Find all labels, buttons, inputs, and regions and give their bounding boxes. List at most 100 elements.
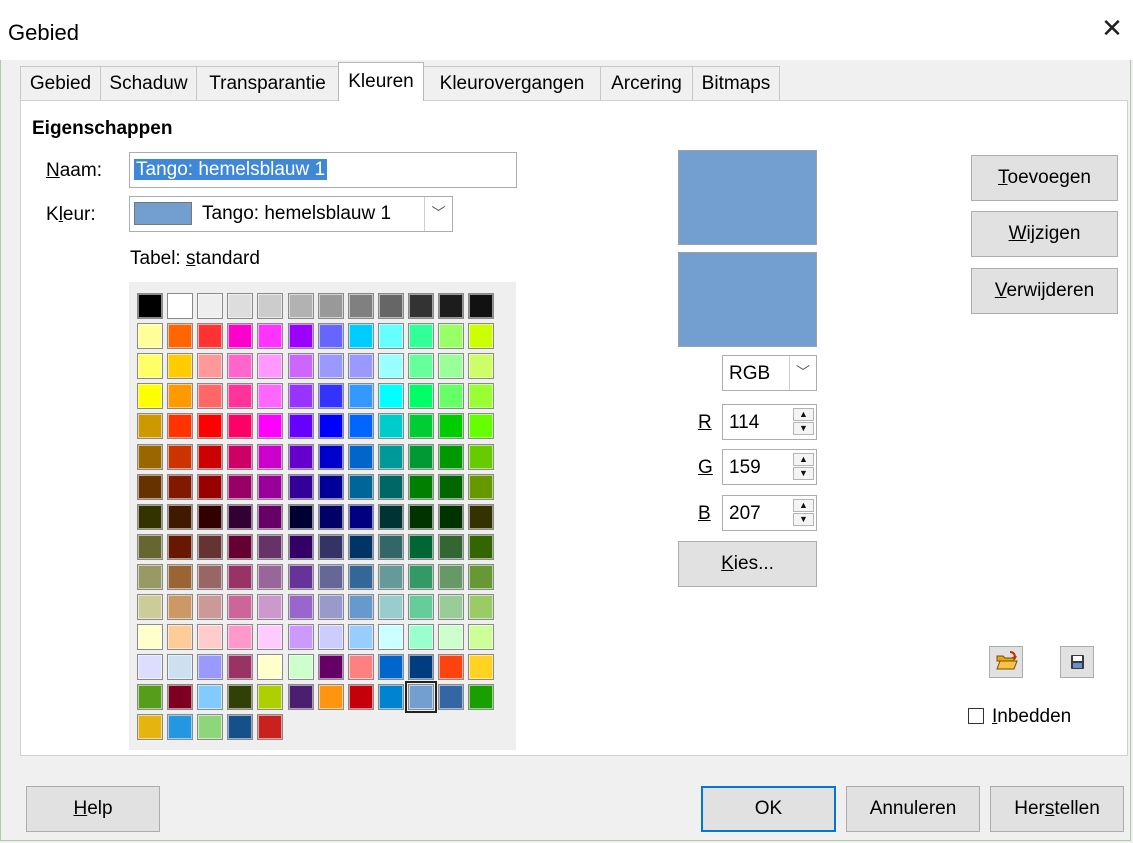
palette-swatch[interactable] (377, 533, 404, 560)
palette-swatch[interactable] (347, 443, 374, 470)
palette-swatch[interactable] (167, 293, 194, 319)
palette-swatch[interactable] (227, 323, 254, 350)
palette-swatch[interactable] (227, 624, 254, 651)
palette-swatch[interactable] (347, 624, 374, 651)
palette-swatch[interactable] (404, 681, 437, 714)
palette-swatch[interactable] (227, 563, 254, 590)
cancel-button[interactable]: Annuleren (846, 786, 980, 832)
palette-swatch[interactable] (438, 503, 464, 530)
palette-swatch[interactable] (438, 473, 464, 500)
palette-swatch[interactable] (167, 624, 194, 651)
palette-swatch[interactable] (317, 594, 344, 620)
palette-swatch[interactable] (407, 533, 434, 560)
palette-swatch[interactable] (317, 293, 344, 319)
palette-swatch[interactable] (137, 503, 163, 530)
palette-swatch[interactable] (468, 383, 495, 410)
palette-swatch[interactable] (377, 353, 404, 380)
palette-swatch[interactable] (287, 594, 314, 620)
palette-swatch[interactable] (197, 624, 224, 651)
palette-swatch[interactable] (257, 383, 284, 410)
palette-swatch[interactable] (257, 323, 284, 350)
palette-swatch[interactable] (407, 413, 434, 440)
palette-swatch[interactable] (287, 563, 314, 590)
b-spinbox[interactable]: 207 ▲ ▼ (722, 495, 817, 531)
palette-swatch[interactable] (257, 413, 284, 440)
palette-swatch[interactable] (197, 323, 224, 350)
palette-swatch[interactable] (227, 503, 254, 530)
palette-swatch[interactable] (257, 654, 284, 681)
modify-button[interactable]: Wijzigen (971, 211, 1118, 257)
palette-swatch[interactable] (317, 684, 344, 711)
pick-button[interactable]: Kies... (678, 541, 817, 587)
palette-swatch[interactable] (167, 413, 194, 440)
palette-swatch[interactable] (287, 473, 314, 500)
palette-swatch[interactable] (197, 503, 224, 530)
palette-swatch[interactable] (347, 563, 374, 590)
palette-swatch[interactable] (377, 293, 404, 319)
palette-swatch[interactable] (377, 654, 404, 681)
palette-swatch[interactable] (317, 323, 344, 350)
color-dropdown[interactable]: Tango: hemelsblauw 1 ﹀ (129, 196, 453, 232)
reset-button[interactable]: Herstellen (990, 786, 1124, 832)
palette-swatch[interactable] (257, 624, 284, 651)
palette-swatch[interactable] (468, 413, 495, 440)
palette-swatch[interactable] (407, 323, 434, 350)
palette-swatch[interactable] (227, 293, 254, 319)
palette-swatch[interactable] (317, 353, 344, 380)
palette-swatch[interactable] (167, 654, 194, 681)
tab-gebied[interactable]: Gebied (20, 66, 101, 100)
palette-swatch[interactable] (468, 684, 495, 711)
palette-swatch[interactable] (377, 563, 404, 590)
palette-swatch[interactable] (287, 293, 314, 319)
palette-swatch[interactable] (347, 293, 374, 319)
palette-swatch[interactable] (347, 473, 374, 500)
palette-swatch[interactable] (317, 624, 344, 651)
palette-swatch[interactable] (137, 684, 163, 711)
palette-swatch[interactable] (197, 413, 224, 440)
palette-swatch[interactable] (167, 323, 194, 350)
palette-swatch[interactable] (347, 353, 374, 380)
palette-swatch[interactable] (137, 413, 163, 440)
palette-swatch[interactable] (287, 684, 314, 711)
name-input[interactable]: Tango: hemelsblauw 1 (129, 152, 517, 188)
palette-swatch[interactable] (227, 533, 254, 560)
chevron-down-icon[interactable]: ﹀ (789, 356, 816, 390)
palette-swatch[interactable] (197, 594, 224, 620)
palette-swatch[interactable] (227, 443, 254, 470)
palette-swatch[interactable] (287, 654, 314, 681)
palette-swatch[interactable] (197, 383, 224, 410)
palette-swatch[interactable] (137, 293, 163, 319)
palette-swatch[interactable] (438, 293, 464, 319)
palette-swatch[interactable] (257, 293, 284, 319)
palette-swatch[interactable] (167, 473, 194, 500)
palette-swatch[interactable] (407, 594, 434, 620)
palette-swatch[interactable] (287, 443, 314, 470)
embed-checkbox[interactable] (968, 708, 984, 724)
palette-swatch[interactable] (287, 533, 314, 560)
palette-swatch[interactable] (347, 533, 374, 560)
delete-button[interactable]: Verwijderen (971, 268, 1118, 314)
palette-swatch[interactable] (137, 533, 163, 560)
palette-swatch[interactable] (197, 443, 224, 470)
palette-swatch[interactable] (468, 563, 495, 590)
palette-swatch[interactable] (407, 293, 434, 319)
palette-swatch[interactable] (347, 684, 374, 711)
palette-swatch[interactable] (197, 654, 224, 681)
palette-swatch[interactable] (167, 443, 194, 470)
palette-swatch[interactable] (137, 383, 163, 410)
palette-swatch[interactable] (197, 293, 224, 319)
palette-swatch[interactable] (317, 654, 344, 681)
palette-swatch[interactable] (407, 563, 434, 590)
palette-swatch[interactable] (167, 383, 194, 410)
palette-swatch[interactable] (377, 323, 404, 350)
palette-swatch[interactable] (227, 594, 254, 620)
palette-swatch[interactable] (137, 323, 163, 350)
spin-down-icon[interactable]: ▼ (793, 513, 814, 526)
palette-swatch[interactable] (137, 624, 163, 651)
palette-swatch[interactable] (137, 353, 163, 380)
palette-swatch[interactable] (377, 684, 404, 711)
tab-arcering[interactable]: Arcering (600, 66, 693, 100)
palette-swatch[interactable] (407, 624, 434, 651)
palette-swatch[interactable] (468, 443, 495, 470)
palette-swatch[interactable] (257, 714, 284, 741)
